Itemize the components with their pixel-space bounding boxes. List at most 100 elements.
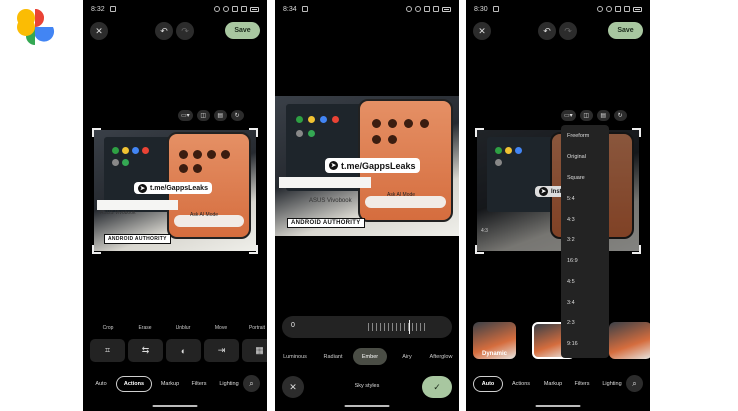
aspect-ratio-button[interactable]: ▭▾ (178, 110, 193, 121)
photo-canvas[interactable]: ➤ t.me/GappsLeaks ASUS Vivobook ANDROID A… (275, 96, 459, 236)
tab-actions[interactable]: Actions (509, 376, 533, 392)
tab-auto[interactable]: Auto (473, 376, 503, 392)
style-radiant[interactable]: Radiant (317, 348, 349, 365)
aspect-ratio-button[interactable]: ▭▾ (561, 110, 576, 121)
undo-button[interactable]: ↶ (155, 22, 173, 40)
style-ember[interactable]: Ember (353, 348, 387, 365)
tab-auto[interactable]: Auto (90, 376, 112, 392)
save-button[interactable]: Save (225, 22, 260, 39)
rotate-button[interactable]: ↻ (230, 110, 244, 121)
portrait-tool-button[interactable]: ▦ (242, 339, 267, 362)
image-toolbar: ▭▾ ◫ ▤ ↻ (178, 110, 244, 121)
perspective-button[interactable]: ▤ (213, 110, 227, 121)
intensity-slider[interactable]: 0 (282, 316, 452, 338)
tab-markup[interactable]: Markup (156, 376, 184, 392)
aspect-ratio-icon: ▭▾ (564, 113, 573, 119)
crop-handle-top-left[interactable] (92, 128, 101, 137)
rotate-icon: ↻ (234, 113, 240, 119)
telegram-icon: ➤ (329, 161, 338, 170)
aspect-option-3-2[interactable]: 3:2 (567, 237, 575, 243)
undo-button[interactable]: ↶ (538, 22, 556, 40)
watermark-badge: ANDROID AUTHORITY (287, 218, 365, 228)
tab-lighting[interactable]: Lighting (597, 376, 627, 392)
perspective-button[interactable]: ▤ (596, 110, 610, 121)
phone-screen-aspect-ratio: 8:30 ✕ ↶ ↷ Save ▭▾ ◫ ▤ ↻ ➤ Install 4:3 D… (466, 0, 650, 411)
status-bar: 8:32 (91, 4, 259, 14)
move-tool-button[interactable]: ⇥ (204, 339, 239, 362)
laptop-brand-text: ASUS Vivobook (100, 210, 136, 216)
tool-label-crop: Crop (102, 325, 114, 331)
tab-markup[interactable]: Markup (539, 376, 567, 392)
flip-button[interactable]: ◫ (579, 110, 593, 121)
crop-tool-button[interactable]: ⌗ (90, 339, 125, 362)
style-luminous[interactable]: Luminous (279, 348, 311, 365)
signal-icon (624, 6, 630, 12)
notification-icon (301, 6, 308, 12)
aspect-option-9-16[interactable]: 9:16 (567, 341, 578, 347)
status-bar: 8:34 (283, 4, 451, 14)
photo-canvas[interactable]: ➤ Install 4:3 (477, 130, 639, 251)
bluetooth-icon (606, 6, 612, 12)
tab-filters[interactable]: Filters (186, 376, 212, 392)
wifi-icon (615, 6, 621, 12)
aspect-option-16-9[interactable]: 16:9 (567, 258, 578, 264)
undo-icon: ↶ (543, 25, 551, 36)
crop-icon: ⌗ (104, 345, 111, 355)
photo-canvas[interactable]: ➤ t.me/GappsLeaks ASUS Vivobook ANDROID A… (94, 130, 256, 251)
redo-button[interactable]: ↷ (176, 22, 194, 40)
ai-mode-text: Ask AI Mode (190, 212, 219, 218)
slider-thumb[interactable] (409, 320, 410, 334)
checkmark-icon: ✓ (433, 381, 441, 392)
flip-icon: ◫ (583, 113, 590, 119)
filter-thumb-dynamic[interactable]: Dynamic (473, 322, 516, 359)
aspect-option-freeform[interactable]: Freeform (567, 133, 589, 139)
close-button[interactable]: ✕ (473, 22, 491, 40)
search-tools-button[interactable]: ⌕ (243, 375, 260, 392)
style-airy[interactable]: Airy (395, 348, 419, 365)
aspect-option-2-3[interactable]: 2:3 (567, 320, 575, 326)
sky-style-options: Luminous Radiant Ember Airy Afterglow (275, 348, 459, 365)
editor-top-bar: ✕ ↶ ↷ Save (90, 22, 260, 40)
unblur-tool-button[interactable]: ◐ (166, 339, 201, 362)
bluetooth-icon (223, 6, 229, 12)
filter-thumb[interactable] (609, 322, 650, 359)
crop-handle-top-right[interactable] (249, 128, 258, 137)
tool-label-erase: Erase (138, 325, 152, 331)
flip-icon: ◫ (200, 113, 207, 119)
aspect-ratio-icon: ▭▾ (181, 113, 190, 119)
crop-handle-bottom-right[interactable] (632, 245, 641, 254)
aspect-option-4-3[interactable]: 4:3 (567, 217, 575, 223)
crop-handle-bottom-left[interactable] (92, 245, 101, 254)
apply-button[interactable]: ✓ (422, 376, 452, 398)
sky-styles-footer: ✕ Sky styles ✓ (282, 376, 452, 398)
phone-screen-sky-styles: 8:34 ➤ t.me/GappsLeaks ASUS Vivobook ANDR… (275, 0, 459, 411)
tab-filters[interactable]: Filters (569, 376, 595, 392)
rotate-icon: ↻ (617, 113, 623, 119)
notification-icon (492, 6, 499, 12)
wifi-icon (232, 6, 238, 12)
flip-button[interactable]: ◫ (196, 110, 210, 121)
close-button[interactable]: ✕ (90, 22, 108, 40)
crop-handle-bottom-right[interactable] (249, 245, 258, 254)
rotate-button[interactable]: ↻ (613, 110, 627, 121)
crop-handle-top-left[interactable] (475, 128, 484, 137)
erase-tool-button[interactable]: ⇆ (128, 339, 163, 362)
aspect-option-4-5[interactable]: 4:5 (567, 279, 575, 285)
aspect-option-square[interactable]: Square (567, 175, 585, 181)
style-afterglow[interactable]: Afterglow (425, 348, 457, 365)
crop-handle-top-right[interactable] (632, 128, 641, 137)
aspect-option-original[interactable]: Original (567, 154, 586, 160)
close-icon: ✕ (95, 25, 103, 36)
redo-icon: ↷ (564, 25, 572, 36)
alarm-icon (214, 6, 220, 12)
aspect-option-5-4[interactable]: 5:4 (567, 196, 575, 202)
alarm-icon (406, 6, 412, 12)
redo-button[interactable]: ↷ (559, 22, 577, 40)
crop-handle-bottom-left[interactable] (475, 245, 484, 254)
aspect-option-3-4[interactable]: 3:4 (567, 300, 575, 306)
notification-icon (109, 6, 116, 12)
save-button[interactable]: Save (608, 22, 643, 39)
search-tools-button[interactable]: ⌕ (626, 375, 643, 392)
tab-actions[interactable]: Actions (116, 376, 152, 392)
tab-lighting[interactable]: Lighting (214, 376, 244, 392)
